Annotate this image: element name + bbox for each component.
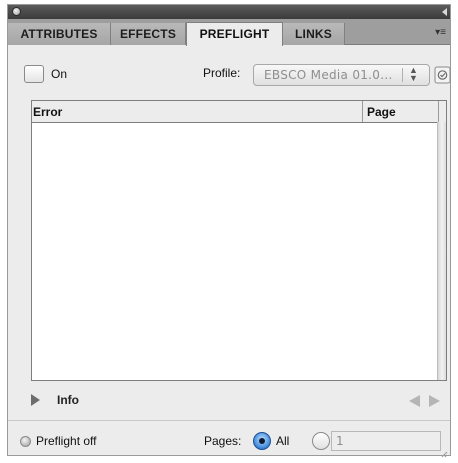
status-light-icon bbox=[20, 436, 31, 447]
tab-bar: ATTRIBUTES EFFECTS PREFLIGHT LINKS ▾≡ bbox=[8, 19, 450, 46]
column-divider[interactable] bbox=[362, 101, 363, 122]
status-text: Preflight off bbox=[36, 434, 97, 448]
error-list-header: Error Page bbox=[32, 101, 446, 123]
profile-value: EBSCO Media 01.0... bbox=[264, 68, 393, 82]
section-divider bbox=[8, 420, 450, 421]
error-list[interactable]: Error Page bbox=[31, 100, 447, 381]
tab-effects[interactable]: EFFECTS bbox=[111, 23, 186, 45]
previous-arrow-icon[interactable] bbox=[409, 395, 420, 407]
status-bar: Preflight off Pages: All 1 bbox=[8, 429, 450, 458]
panel-menu-icon[interactable]: ▾≡ bbox=[435, 27, 446, 38]
tab-attributes[interactable]: ATTRIBUTES bbox=[8, 23, 111, 45]
pages-range-radio[interactable] bbox=[312, 432, 330, 450]
info-section: Info bbox=[31, 390, 451, 410]
profile-label: Profile: bbox=[203, 66, 241, 80]
panel-titlebar[interactable] bbox=[8, 5, 450, 19]
vertical-scrollbar[interactable] bbox=[437, 122, 446, 380]
collapse-icon[interactable] bbox=[442, 8, 447, 16]
on-label: On bbox=[51, 67, 68, 81]
preflight-panel: ATTRIBUTES EFFECTS PREFLIGHT LINKS ▾≡ On… bbox=[7, 4, 451, 458]
column-header-error[interactable]: Error bbox=[33, 105, 62, 119]
pages-label: Pages: bbox=[204, 434, 242, 448]
on-checkbox[interactable] bbox=[24, 65, 44, 83]
page-range-input[interactable]: 1 bbox=[331, 431, 441, 451]
disclosure-triangle-icon[interactable] bbox=[31, 394, 40, 406]
profile-select[interactable]: EBSCO Media 01.0... ▲ ▼ bbox=[253, 64, 430, 86]
column-header-page[interactable]: Page bbox=[367, 105, 396, 119]
radio-selected-dot bbox=[259, 438, 265, 444]
tab-links[interactable]: LINKS bbox=[283, 23, 345, 45]
select-divider bbox=[402, 68, 403, 82]
resize-grip-icon[interactable] bbox=[440, 445, 448, 458]
column-divider[interactable] bbox=[438, 101, 439, 122]
pages-all-radio[interactable] bbox=[253, 432, 271, 450]
select-arrows-icon: ▲ ▼ bbox=[409, 65, 418, 83]
tab-preflight[interactable]: PREFLIGHT bbox=[186, 22, 283, 46]
profile-definitions-icon[interactable] bbox=[434, 66, 451, 84]
next-arrow-icon[interactable] bbox=[429, 395, 440, 407]
close-icon[interactable] bbox=[12, 7, 21, 16]
pages-all-label[interactable]: All bbox=[276, 434, 289, 448]
info-label[interactable]: Info bbox=[57, 393, 79, 407]
